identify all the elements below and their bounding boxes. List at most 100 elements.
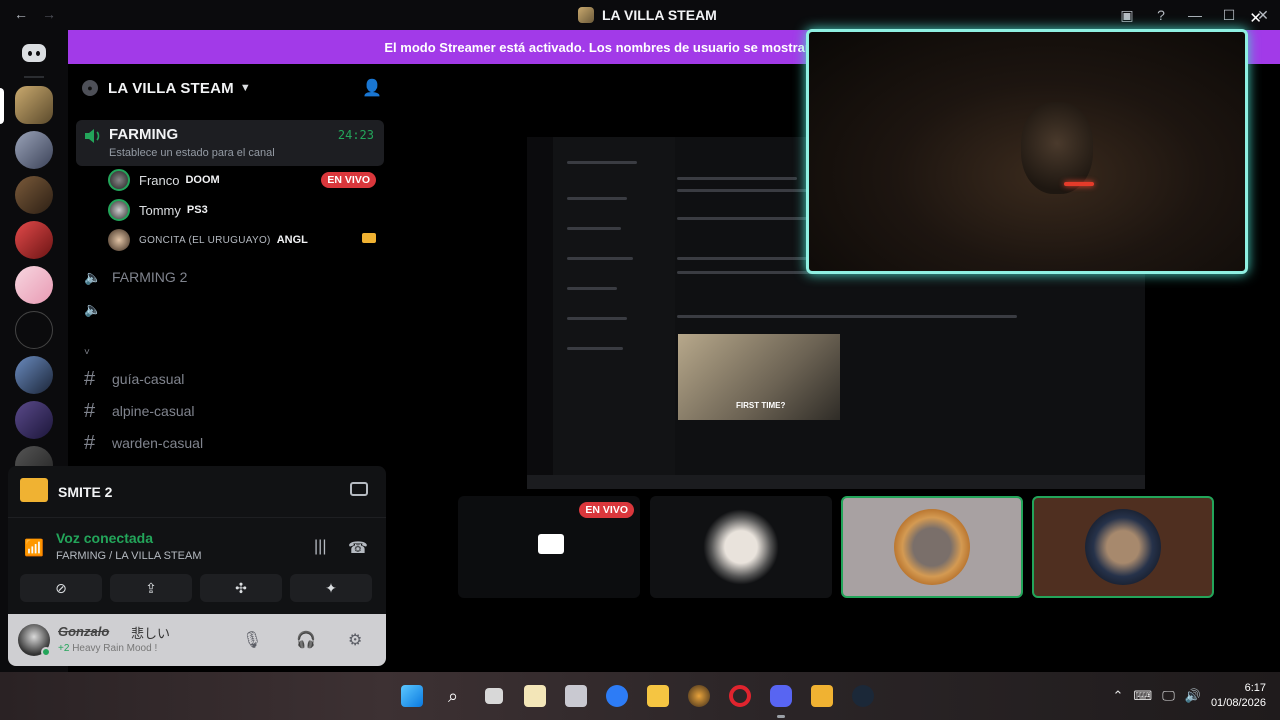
server-boost-icon: ● bbox=[82, 80, 98, 96]
keyboard-icon[interactable]: ⌨ bbox=[1133, 688, 1152, 704]
game-launcher-icon[interactable] bbox=[683, 680, 715, 712]
hash-icon: # bbox=[84, 399, 96, 422]
discord-home-icon[interactable] bbox=[22, 44, 46, 62]
category-collapsed[interactable]: ˅ bbox=[84, 340, 90, 364]
shared-line bbox=[677, 189, 827, 192]
banner-close-icon[interactable]: ✕ bbox=[1249, 9, 1262, 27]
shared-line bbox=[677, 257, 817, 260]
user-name: Franco bbox=[139, 172, 180, 188]
help-icon[interactable]: ? bbox=[1144, 0, 1178, 30]
shared-line bbox=[567, 197, 627, 200]
noise-suppression-icon[interactable]: ||| bbox=[314, 538, 326, 556]
monitor-icon bbox=[538, 534, 564, 554]
notepad-icon[interactable] bbox=[519, 680, 551, 712]
clock[interactable]: 6:17 01/08/2026 bbox=[1211, 681, 1266, 711]
shared-line bbox=[567, 287, 617, 290]
rail-separator bbox=[24, 76, 44, 78]
voice-channel-unnamed[interactable]: 🔈 bbox=[84, 297, 112, 321]
volume-icon[interactable]: 🔊 bbox=[1185, 688, 1201, 704]
participant-tile-speaking[interactable] bbox=[1032, 496, 1214, 598]
channel-timer: 24:23 bbox=[337, 128, 374, 142]
shared-line bbox=[567, 317, 627, 320]
shared-rail bbox=[527, 137, 553, 489]
user-name-suffix: 悲しい bbox=[131, 626, 171, 641]
soundboard-button[interactable]: ✦ bbox=[290, 574, 372, 602]
user-panel: Gonzalo 悲しい +2 Heavy Rain Mood ! 🎙 🎧 ⚙ bbox=[8, 614, 386, 666]
user-activity: DOOM bbox=[185, 174, 220, 186]
server-icon-8[interactable] bbox=[15, 401, 53, 439]
forward-button[interactable]: → bbox=[42, 6, 56, 22]
active-server-pill bbox=[0, 88, 4, 124]
stream-tile-franco[interactable]: EN VIVO bbox=[458, 496, 640, 598]
windows-start-icon[interactable] bbox=[396, 680, 428, 712]
voice-channel-farming-2[interactable]: 🔈 FARMING 2 bbox=[84, 265, 187, 289]
settings-gear-icon[interactable]: ⚙ bbox=[348, 630, 362, 650]
text-channel-guia-casual[interactable]: # guía-casual bbox=[84, 367, 184, 391]
hash-icon: # bbox=[84, 431, 96, 454]
screen-share-icon[interactable] bbox=[350, 482, 368, 496]
file-explorer-icon[interactable] bbox=[642, 680, 674, 712]
voice-channel-farming[interactable]: FARMING 24:23 Establece un estado para e… bbox=[76, 120, 384, 166]
discord-icon[interactable] bbox=[765, 680, 797, 718]
headset-icon[interactable]: 🎧 bbox=[296, 630, 316, 650]
participant-tile[interactable] bbox=[650, 496, 832, 598]
steam-icon[interactable] bbox=[847, 680, 879, 712]
server-icon-2[interactable] bbox=[15, 131, 53, 169]
live-badge: EN VIVO bbox=[579, 502, 634, 518]
window-title: LA VILLA STEAM bbox=[578, 7, 717, 23]
server-icon-3[interactable] bbox=[15, 176, 53, 214]
participant-tile-speaking[interactable] bbox=[841, 496, 1023, 598]
share-screen-button[interactable]: ⇪ bbox=[110, 574, 192, 602]
text-channel-alpine-casual[interactable]: # alpine-casual bbox=[84, 399, 195, 423]
minimize-button[interactable]: — bbox=[1178, 0, 1212, 30]
server-icon-4[interactable] bbox=[15, 221, 53, 259]
server-header[interactable]: ● LA VILLA STEAM ▼ 👤 bbox=[82, 76, 382, 100]
shared-line bbox=[677, 315, 1017, 318]
game-activity-row[interactable]: SMITE 2 bbox=[8, 466, 386, 518]
activities-button[interactable]: ✣ bbox=[200, 574, 282, 602]
server-name: LA VILLA STEAM bbox=[108, 79, 234, 97]
channel-name: warden-casual bbox=[112, 435, 204, 451]
calculator-icon[interactable] bbox=[560, 680, 592, 712]
voice-user-tommy[interactable]: Tommy PS3 bbox=[108, 197, 208, 223]
channel-name: alpine-casual bbox=[112, 403, 195, 419]
text-channel-warden-casual[interactable]: # warden-casual bbox=[84, 431, 203, 455]
game-icon bbox=[20, 478, 48, 502]
shared-meme-image: FIRST TIME? bbox=[678, 334, 840, 420]
server-icon-5[interactable] bbox=[15, 266, 53, 304]
add-user-icon[interactable]: 👤 bbox=[362, 78, 382, 98]
server-la-villa-steam[interactable] bbox=[15, 86, 53, 124]
server-icon-6[interactable] bbox=[15, 311, 53, 349]
speaker-icon bbox=[85, 129, 100, 143]
search-icon[interactable]: ⌕ bbox=[437, 680, 469, 712]
disconnect-icon[interactable]: ☎ bbox=[348, 538, 368, 558]
chevron-up-icon[interactable]: ⌃ bbox=[1113, 688, 1124, 704]
camera-person bbox=[1021, 102, 1093, 194]
avatar bbox=[894, 509, 970, 585]
user-status: +2 Heavy Rain Mood ! bbox=[58, 643, 157, 654]
task-view-icon[interactable] bbox=[478, 680, 510, 712]
maximize-button[interactable]: ☐ bbox=[1212, 0, 1246, 30]
user-name: GONCITA (EL URUGUAYO) bbox=[139, 234, 271, 246]
network-icon[interactable]: 🖵 bbox=[1162, 688, 1175, 704]
inbox-icon[interactable]: ▣ bbox=[1110, 0, 1144, 30]
live-badge: EN VIVO bbox=[321, 172, 376, 188]
voice-user-franco[interactable]: Franco DOOM bbox=[108, 167, 220, 193]
camera-off-button[interactable]: ⊘ bbox=[20, 574, 102, 602]
taskbar-apps: ⌕ bbox=[396, 672, 879, 720]
avatar bbox=[108, 229, 130, 251]
back-button[interactable]: ← bbox=[14, 6, 28, 22]
nav-buttons: ← → bbox=[14, 6, 56, 22]
smite-icon[interactable] bbox=[806, 680, 838, 712]
voice-status-subtitle[interactable]: FARMING / LA VILLA STEAM bbox=[56, 550, 202, 562]
voice-user-goncita[interactable]: GONCITA (EL URUGUAYO) ANGL bbox=[108, 227, 308, 253]
channel-status-input[interactable]: Establece un estado para el canal bbox=[109, 147, 275, 159]
messenger-icon[interactable] bbox=[601, 680, 633, 712]
server-icon-7[interactable] bbox=[15, 356, 53, 394]
user-name: Gonzalo bbox=[58, 624, 110, 639]
signal-icon[interactable]: 📶 bbox=[24, 538, 44, 557]
mic-icon[interactable]: 🎙 bbox=[242, 630, 262, 650]
online-status-dot bbox=[41, 647, 51, 657]
opera-icon[interactable] bbox=[724, 680, 756, 712]
camera-feed-main[interactable] bbox=[806, 29, 1248, 274]
